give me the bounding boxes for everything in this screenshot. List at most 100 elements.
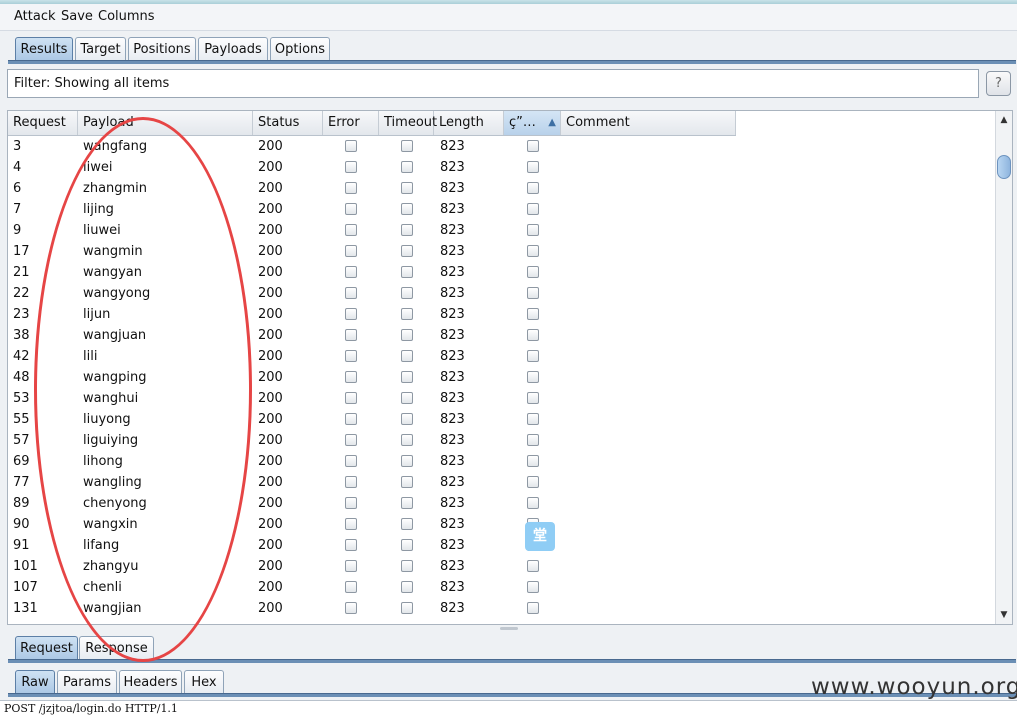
- timeout-checkbox[interactable]: [401, 224, 413, 236]
- timeout-checkbox[interactable]: [401, 539, 413, 551]
- table-row[interactable]: 107 chenli 200 823: [8, 577, 736, 598]
- menu-save[interactable]: Save: [61, 9, 93, 24]
- grep-checkbox[interactable]: [527, 392, 539, 404]
- grep-checkbox[interactable]: [527, 476, 539, 488]
- vertical-scrollbar[interactable]: ▲ ▼: [995, 111, 1012, 624]
- error-checkbox[interactable]: [345, 245, 357, 257]
- grep-checkbox[interactable]: [527, 287, 539, 299]
- col-length[interactable]: Length: [434, 111, 504, 135]
- timeout-checkbox[interactable]: [401, 182, 413, 194]
- table-row[interactable]: 4 liwei 200 823: [8, 157, 736, 178]
- timeout-checkbox[interactable]: [401, 329, 413, 341]
- scroll-down-icon[interactable]: ▼: [997, 608, 1011, 622]
- table-row[interactable]: 7 lijing 200 823: [8, 199, 736, 220]
- grep-checkbox[interactable]: [527, 434, 539, 446]
- grep-checkbox[interactable]: [527, 245, 539, 257]
- tab-params[interactable]: Params: [57, 670, 117, 695]
- grep-checkbox[interactable]: [527, 497, 539, 509]
- tab-hex[interactable]: Hex: [184, 670, 224, 695]
- error-checkbox[interactable]: [345, 308, 357, 320]
- col-comment[interactable]: Comment: [561, 111, 736, 135]
- timeout-checkbox[interactable]: [401, 161, 413, 173]
- error-checkbox[interactable]: [345, 287, 357, 299]
- grep-checkbox[interactable]: [527, 203, 539, 215]
- table-row[interactable]: 6 zhangmin 200 823: [8, 178, 736, 199]
- col-status[interactable]: Status: [253, 111, 323, 135]
- grep-checkbox[interactable]: [527, 602, 539, 614]
- table-row[interactable]: 48 wangping 200 823: [8, 367, 736, 388]
- table-row[interactable]: 3 wangfang 200 823: [8, 136, 736, 157]
- timeout-checkbox[interactable]: [401, 434, 413, 446]
- col-error[interactable]: Error: [323, 111, 379, 135]
- scroll-thumb[interactable]: [997, 155, 1011, 179]
- table-row[interactable]: 101 zhangyu 200 823: [8, 556, 736, 577]
- error-checkbox[interactable]: [345, 476, 357, 488]
- grep-checkbox[interactable]: [527, 308, 539, 320]
- tab-target[interactable]: Target: [75, 37, 126, 62]
- col-timeout[interactable]: Timeout: [379, 111, 437, 135]
- grep-checkbox[interactable]: [527, 182, 539, 194]
- tab-payloads[interactable]: Payloads: [198, 37, 268, 62]
- error-checkbox[interactable]: [345, 560, 357, 572]
- tab-results[interactable]: Results: [15, 37, 73, 62]
- table-row[interactable]: 131 wangjian 200 823: [8, 598, 736, 619]
- grep-checkbox[interactable]: [527, 224, 539, 236]
- tab-raw[interactable]: Raw: [15, 670, 55, 695]
- table-row[interactable]: 23 lijun 200 823: [8, 304, 736, 325]
- grep-checkbox[interactable]: [527, 161, 539, 173]
- timeout-checkbox[interactable]: [401, 455, 413, 467]
- timeout-checkbox[interactable]: [401, 266, 413, 278]
- table-row[interactable]: 17 wangmin 200 823: [8, 241, 736, 262]
- table-row[interactable]: 57 liguiying 200 823: [8, 430, 736, 451]
- timeout-checkbox[interactable]: [401, 581, 413, 593]
- tab-options[interactable]: Options: [270, 37, 330, 62]
- error-checkbox[interactable]: [345, 413, 357, 425]
- grep-checkbox[interactable]: [527, 413, 539, 425]
- timeout-checkbox[interactable]: [401, 560, 413, 572]
- tab-positions[interactable]: Positions: [128, 37, 196, 62]
- table-row[interactable]: 42 lili 200 823: [8, 346, 736, 367]
- table-row[interactable]: 55 liuyong 200 823: [8, 409, 736, 430]
- timeout-checkbox[interactable]: [401, 413, 413, 425]
- error-checkbox[interactable]: [345, 581, 357, 593]
- timeout-checkbox[interactable]: [401, 245, 413, 257]
- table-row[interactable]: 38 wangjuan 200 823: [8, 325, 736, 346]
- translate-widget-icon[interactable]: 堂: [525, 522, 555, 551]
- error-checkbox[interactable]: [345, 539, 357, 551]
- menu-columns[interactable]: Columns: [98, 9, 155, 24]
- filter-bar[interactable]: Filter: Showing all items: [7, 69, 979, 98]
- col-payload[interactable]: Payload: [78, 111, 253, 135]
- error-checkbox[interactable]: [345, 140, 357, 152]
- timeout-checkbox[interactable]: [401, 392, 413, 404]
- timeout-checkbox[interactable]: [401, 308, 413, 320]
- grep-checkbox[interactable]: [527, 581, 539, 593]
- error-checkbox[interactable]: [345, 497, 357, 509]
- pane-splitter-handle[interactable]: [500, 627, 518, 630]
- error-checkbox[interactable]: [345, 518, 357, 530]
- error-checkbox[interactable]: [345, 371, 357, 383]
- timeout-checkbox[interactable]: [401, 350, 413, 362]
- tab-request[interactable]: Request: [15, 636, 78, 661]
- timeout-checkbox[interactable]: [401, 497, 413, 509]
- help-button[interactable]: ?: [986, 71, 1011, 96]
- timeout-checkbox[interactable]: [401, 203, 413, 215]
- timeout-checkbox[interactable]: [401, 602, 413, 614]
- error-checkbox[interactable]: [345, 161, 357, 173]
- error-checkbox[interactable]: [345, 434, 357, 446]
- table-row[interactable]: 89 chenyong 200 823: [8, 493, 736, 514]
- table-row[interactable]: 21 wangyan 200 823: [8, 262, 736, 283]
- error-checkbox[interactable]: [345, 224, 357, 236]
- timeout-checkbox[interactable]: [401, 476, 413, 488]
- menu-attack[interactable]: Attack: [14, 9, 56, 24]
- grep-checkbox[interactable]: [527, 371, 539, 383]
- timeout-checkbox[interactable]: [401, 371, 413, 383]
- error-checkbox[interactable]: [345, 455, 357, 467]
- grep-checkbox[interactable]: [527, 140, 539, 152]
- table-row[interactable]: 91 lifang 200 823: [8, 535, 736, 556]
- raw-request-editor[interactable]: POST /jzjtoa/login.do HTTP/1.1: [0, 700, 1017, 718]
- timeout-checkbox[interactable]: [401, 140, 413, 152]
- grep-checkbox[interactable]: [527, 329, 539, 341]
- error-checkbox[interactable]: [345, 182, 357, 194]
- error-checkbox[interactable]: [345, 203, 357, 215]
- tab-headers[interactable]: Headers: [119, 670, 182, 695]
